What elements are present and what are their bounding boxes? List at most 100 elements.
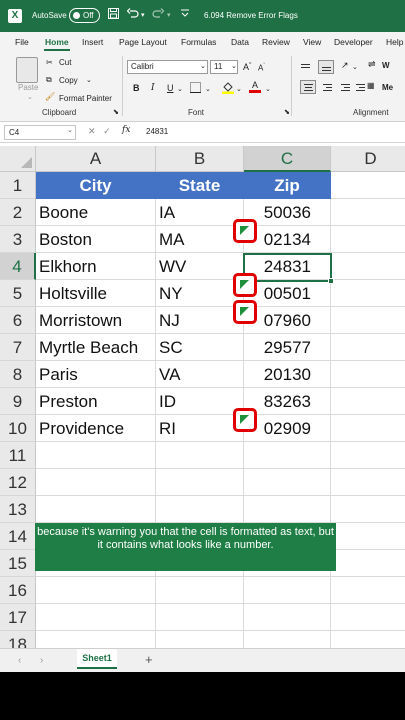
bold-button[interactable]: B — [133, 83, 140, 93]
row-header-9[interactable]: 9 — [0, 388, 36, 415]
cut-button[interactable]: Cut — [59, 58, 71, 67]
zip-cell[interactable]: 20130 — [244, 361, 331, 388]
row-header-14[interactable]: 14 — [0, 523, 36, 550]
empty-cell[interactable] — [331, 226, 405, 253]
orientation-dropdown-icon[interactable]: ⌄ — [352, 63, 358, 71]
state-cell[interactable]: IA — [156, 199, 244, 226]
copy-dropdown-icon[interactable]: ⌄ — [86, 76, 92, 84]
city-cell[interactable]: Providence — [36, 415, 156, 442]
empty-cell[interactable] — [156, 442, 244, 469]
state-cell[interactable]: NJ — [156, 307, 244, 334]
tab-home[interactable]: Home — [45, 37, 69, 47]
worksheet-grid[interactable]: A B C D 1 City State Zip 2 Boone IA 50036 3 Bosto… — [0, 146, 405, 648]
column-header-c[interactable]: C — [244, 146, 331, 172]
zip-cell[interactable]: 50036 — [244, 199, 331, 226]
formula-input[interactable]: 24831 — [146, 127, 168, 136]
row-header-10[interactable]: 10 — [0, 415, 36, 442]
state-cell[interactable]: MA — [156, 226, 244, 253]
empty-cell[interactable] — [156, 604, 244, 631]
error-flag-icon[interactable] — [233, 273, 257, 297]
font-launcher-icon[interactable]: ⬊ — [284, 108, 290, 116]
merge-center-button[interactable]: Me — [382, 83, 393, 92]
orientation-icon[interactable]: ↗ — [341, 60, 349, 71]
zip-cell[interactable]: 02909 — [244, 415, 331, 442]
empty-cell[interactable] — [331, 631, 405, 648]
row-header-1[interactable]: 1 — [0, 172, 36, 199]
empty-cell[interactable] — [36, 469, 156, 496]
zip-cell[interactable]: 07960 — [244, 307, 331, 334]
empty-cell[interactable] — [331, 415, 405, 442]
decrease-indent-icon[interactable] — [337, 80, 353, 94]
zip-cell[interactable]: 00501 — [244, 280, 331, 307]
empty-cell[interactable] — [156, 496, 244, 523]
cut-icon[interactable]: ✂ — [46, 58, 53, 67]
tab-insert[interactable]: Insert — [82, 37, 103, 47]
row-header-11[interactable]: 11 — [0, 442, 36, 469]
borders-dropdown-icon[interactable]: ⌄ — [205, 85, 211, 93]
align-center-icon[interactable] — [300, 80, 316, 94]
empty-cell[interactable] — [36, 496, 156, 523]
empty-cell[interactable] — [331, 280, 405, 307]
empty-cell[interactable] — [331, 361, 405, 388]
empty-cell[interactable] — [331, 199, 405, 226]
redo-dropdown-icon[interactable]: ▾ — [167, 11, 171, 19]
city-cell[interactable]: Holtsville — [36, 280, 156, 307]
empty-cell[interactable] — [331, 442, 405, 469]
empty-cell[interactable] — [36, 604, 156, 631]
state-cell[interactable]: WV — [156, 253, 244, 280]
state-cell[interactable]: RI — [156, 415, 244, 442]
state-cell[interactable]: ID — [156, 388, 244, 415]
empty-cell[interactable] — [331, 334, 405, 361]
add-sheet-button[interactable]: + — [145, 652, 153, 667]
row-header-17[interactable]: 17 — [0, 604, 36, 631]
cancel-icon[interactable]: ✕ — [88, 126, 96, 136]
row-header-12[interactable]: 12 — [0, 469, 36, 496]
row-header-16[interactable]: 16 — [0, 577, 36, 604]
font-color-dropdown-icon[interactable]: ⌄ — [265, 85, 271, 93]
column-header-a[interactable]: A — [36, 146, 156, 172]
name-box-dropdown-icon[interactable]: ⌄ — [67, 126, 73, 134]
column-header-d[interactable]: D — [331, 146, 405, 172]
autosave-toggle[interactable]: Off — [69, 8, 100, 23]
column-header-b[interactable]: B — [156, 146, 244, 172]
fill-handle[interactable] — [328, 278, 334, 284]
underline-dropdown-icon[interactable]: ⌄ — [177, 85, 183, 93]
empty-cell[interactable] — [331, 523, 405, 550]
insert-function-icon[interactable]: fx — [122, 125, 130, 135]
font-name-dropdown-icon[interactable]: ⌄ — [200, 62, 206, 70]
empty-cell[interactable] — [156, 631, 244, 648]
empty-cell[interactable] — [156, 469, 244, 496]
row-header-18[interactable]: 18 — [0, 631, 36, 648]
empty-cell[interactable] — [331, 550, 405, 577]
empty-cell[interactable] — [331, 388, 405, 415]
row-header-8[interactable]: 8 — [0, 361, 36, 388]
fill-color-dropdown-icon[interactable]: ⌄ — [236, 85, 242, 93]
table-header-cell[interactable]: City — [36, 172, 156, 199]
increase-indent-icon[interactable] — [352, 80, 368, 94]
tab-help[interactable]: Help — [386, 37, 403, 47]
empty-cell[interactable] — [156, 577, 244, 604]
format-painter-button[interactable]: Format Painter — [59, 94, 112, 103]
empty-cell[interactable] — [244, 577, 331, 604]
font-name-box[interactable]: Calibri — [127, 60, 208, 74]
copy-button[interactable]: Copy — [59, 76, 78, 85]
city-cell[interactable]: Preston — [36, 388, 156, 415]
wrap-text-icon[interactable]: ⇌ — [368, 59, 376, 70]
paste-button[interactable]: Paste — [18, 83, 38, 92]
empty-cell[interactable] — [331, 172, 405, 199]
empty-cell[interactable] — [244, 442, 331, 469]
empty-cell[interactable] — [36, 577, 156, 604]
enter-icon[interactable]: ✓ — [103, 126, 111, 136]
city-cell[interactable]: Myrtle Beach — [36, 334, 156, 361]
row-header-7[interactable]: 7 — [0, 334, 36, 361]
decrease-font-icon[interactable]: Aˇ — [258, 63, 265, 73]
font-color-icon[interactable]: A — [249, 80, 261, 93]
sheet-tab-sheet1[interactable]: Sheet1 — [77, 649, 117, 669]
empty-cell[interactable] — [331, 577, 405, 604]
borders-icon[interactable] — [190, 82, 201, 95]
underline-button[interactable]: U — [167, 83, 174, 93]
empty-cell[interactable] — [331, 307, 405, 334]
error-flag-icon[interactable] — [233, 219, 257, 243]
empty-cell[interactable] — [244, 496, 331, 523]
name-box[interactable]: C4 — [4, 125, 76, 140]
